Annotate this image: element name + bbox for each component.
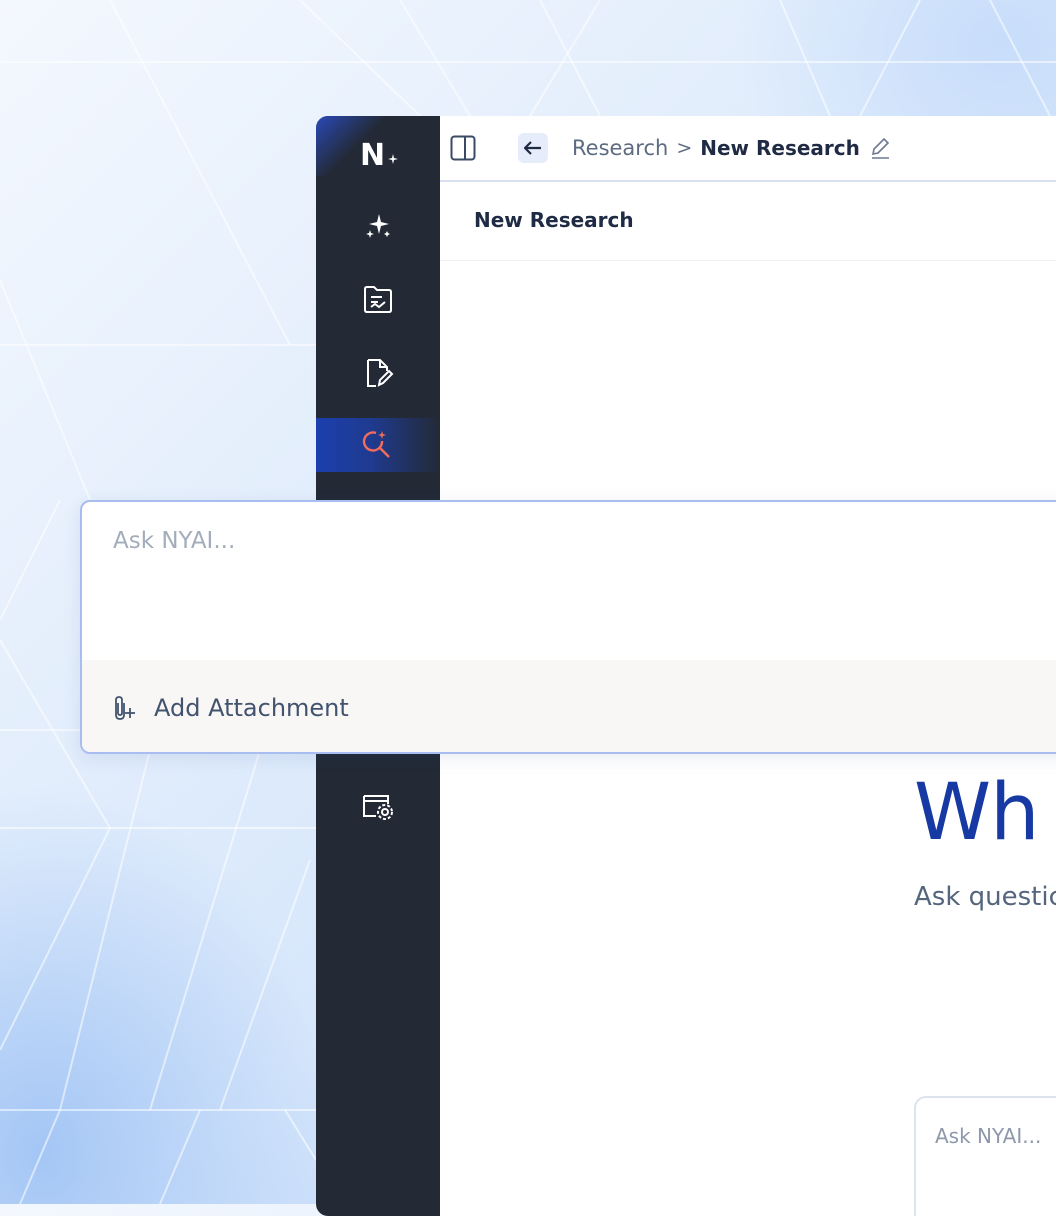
pencil-icon	[871, 137, 890, 159]
nav-drafts[interactable]	[316, 346, 440, 400]
sparkles-icon	[366, 214, 390, 238]
add-attachment-label: Add Attachment	[154, 694, 349, 722]
add-attachment-button[interactable]: Add Attachment	[112, 690, 349, 726]
ask-input-panel: Ask NYAI... Add Attachment	[80, 500, 1056, 754]
document-chart-icon	[364, 286, 392, 313]
file-edit-icon	[367, 359, 394, 387]
chat-input-box[interactable]: Ask NYAI...	[914, 1096, 1056, 1216]
ask-input-field[interactable]: Ask NYAI...	[113, 528, 235, 554]
breadcrumb-separator: >	[676, 137, 693, 159]
nav-research[interactable]	[316, 418, 440, 472]
sidebar-panel-icon	[450, 135, 476, 161]
paperclip-add-icon	[115, 696, 135, 720]
rename-button[interactable]	[870, 137, 890, 159]
logo-letter: N	[360, 138, 386, 173]
app-logo[interactable]: N	[360, 136, 404, 176]
arrow-left-icon	[524, 141, 541, 155]
nav-ai-assistant[interactable]	[316, 199, 440, 253]
ask-panel-footer: Add Attachment	[82, 660, 1056, 752]
settings-window-icon	[363, 795, 393, 820]
page-title: New Research	[474, 208, 634, 232]
logo-sparkle-icon	[388, 154, 398, 164]
research-search-icon	[362, 431, 390, 458]
breadcrumb-current: New Research	[700, 136, 860, 160]
chat-input-placeholder: Ask NYAI...	[935, 1124, 1042, 1148]
page-header: New Research	[440, 182, 1056, 261]
nav-documents[interactable]	[316, 273, 440, 327]
back-button[interactable]	[518, 133, 548, 163]
hero-title: Wh	[914, 768, 1040, 858]
hero-subtitle: Ask questic	[914, 882, 1056, 912]
nav-settings[interactable]	[316, 780, 440, 834]
panel-toggle-button[interactable]	[450, 135, 476, 161]
breadcrumb: Research > New Research	[572, 133, 890, 163]
breadcrumb-parent[interactable]: Research	[572, 136, 668, 160]
top-bar: Research > New Research	[440, 116, 1056, 182]
